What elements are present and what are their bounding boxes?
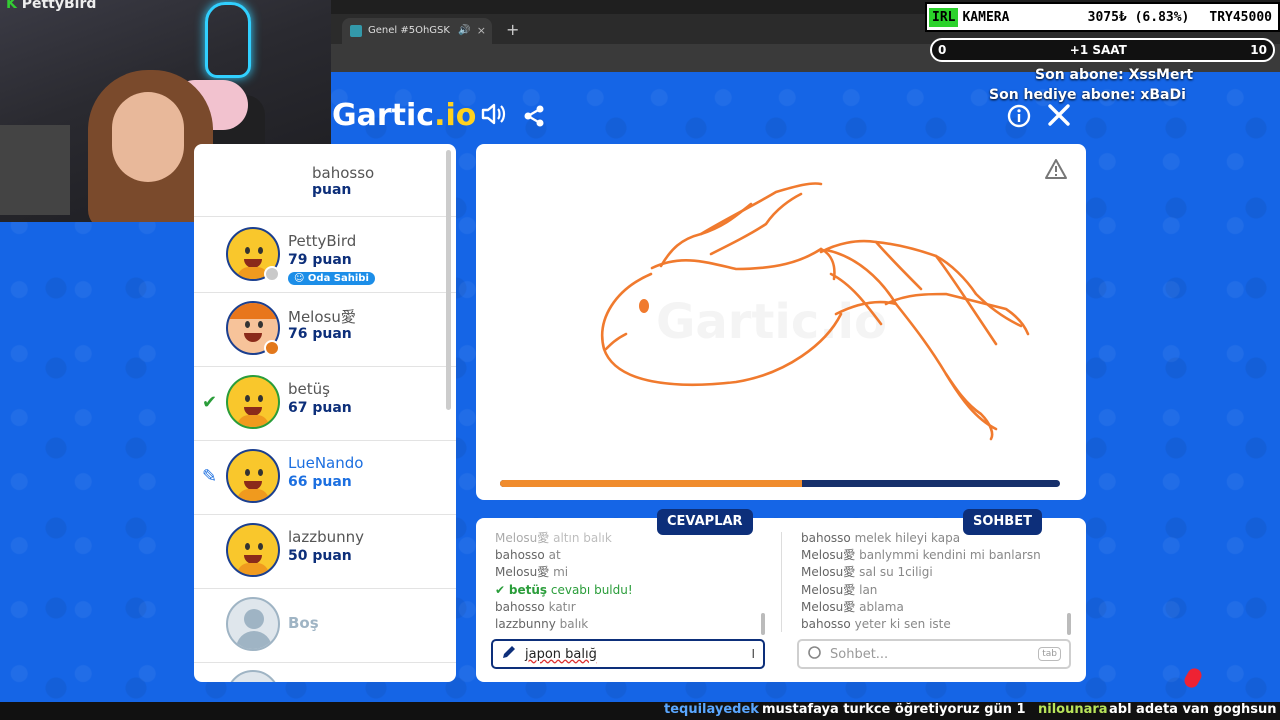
answers-list: Melosu愛 altın balık bahosso at Melosu愛 m… [495, 530, 785, 633]
player-row: ✔ betüş 67 puan [194, 366, 456, 441]
chat-message: Melosu愛 sal su 1ciligi [801, 565, 933, 580]
info-icon[interactable] [1007, 104, 1031, 134]
subathon-timer: 0 +1 SAAT 10 [930, 38, 1275, 62]
player-row: Melosu愛 76 puan [194, 292, 456, 367]
players-panel: bahosso puan PettyBird 79 puan ☺ Oda Sah… [194, 144, 456, 682]
timer-center: +1 SAAT [1069, 43, 1127, 57]
player-name: bahosso [312, 164, 375, 182]
player-avatar [226, 523, 280, 577]
ticker-tag: IRL [929, 7, 959, 27]
answer-message: Melosu愛 mi [495, 565, 569, 580]
player-score: 67 puan [288, 400, 352, 416]
pencil-icon: ✎ [202, 466, 218, 487]
player-score: puan [312, 182, 352, 198]
chat-text: mustafaya turkce öğretiyoruz gün 1 [762, 702, 1026, 717]
sound-icon[interactable] [480, 102, 506, 132]
tab-key-hint: tab [1038, 647, 1061, 661]
browser-tab[interactable]: Genel #5OhGSK (Türkçe) - G 🔊 × [342, 18, 492, 44]
chat-message: Melosu愛 lan [801, 582, 878, 597]
warning-icon[interactable] [1044, 158, 1068, 184]
player-name: PettyBird [288, 232, 357, 250]
player-score: 50 puan [288, 548, 352, 564]
player-name: Melosu愛 [288, 308, 356, 326]
player-avatar [226, 375, 280, 429]
status-dot [264, 266, 280, 282]
chat-list: bahosso melek hileyi kapa Melosu愛 banlym… [801, 530, 1091, 633]
player-avatar [226, 449, 280, 503]
timer-left: 0 [938, 43, 947, 57]
check-icon: ✔ [495, 582, 506, 597]
timer-right: 10 [1250, 43, 1267, 57]
neon-parrot-sign [205, 2, 251, 78]
player-score: 76 puan [288, 326, 352, 342]
chat-user: nilounara [1038, 702, 1108, 717]
player-row: lazzbunny 50 puan [194, 514, 456, 589]
round-timer-fill [500, 480, 803, 487]
new-tab-button[interactable]: + [506, 20, 519, 39]
gartic-logo: Gartic.io [332, 98, 477, 133]
chat-message: Melosu愛 ablama [801, 599, 904, 614]
player-row: PettyBird 79 puan ☺ Oda Sahibi [194, 218, 456, 293]
last-gift-sub: Son hediye abone: xBaDi [989, 87, 1186, 103]
chat-placeholder: Sohbet... [830, 646, 889, 662]
empty-avatar [226, 670, 280, 682]
player-row: bahosso puan [194, 144, 456, 217]
player-score: 79 puan [288, 252, 352, 268]
answer-input[interactable]: japon balığ I [491, 639, 765, 669]
tab-title: Genel #5OhGSK (Türkçe) - G [368, 25, 452, 36]
empty-avatar [226, 597, 280, 651]
answer-input-value: japon balığ [525, 646, 597, 662]
answers-scrollbar[interactable] [761, 613, 765, 635]
room-owner-badge: ☺ Oda Sahibi [288, 272, 375, 285]
ticker-change: 3075₺ (6.83%) [1087, 9, 1190, 25]
player-name: LueNando [288, 454, 364, 472]
answer-found-message: ✔ betüş cevabı buldu! [495, 582, 633, 597]
player-name: Boş [288, 614, 319, 632]
answer-message: lazzbunny balık [495, 617, 589, 632]
player-name: betüş [288, 380, 330, 398]
answer-message: bahosso at [495, 548, 561, 563]
status-dot [264, 340, 280, 356]
chat-message: bahosso melek hileyi kapa [801, 531, 961, 545]
round-timer-bar [500, 480, 1060, 487]
answer-message: bahosso katır [495, 599, 576, 614]
stream-chat-ticker: tequilayedek mustafaya turkce öğretiyoru… [0, 702, 1280, 720]
webcam-shelf [0, 125, 70, 215]
chat-text: abl adeta van goghsun [1109, 702, 1277, 717]
players-scrollbar[interactable] [446, 150, 451, 410]
ticker-code: TRY45000 [1209, 9, 1272, 25]
tab-close-button[interactable]: × [477, 18, 492, 44]
player-score: 66 puan [288, 474, 352, 490]
price-ticker: IRL KAMERA 3075₺ (6.83%) TRY45000 [925, 2, 1280, 32]
close-icon[interactable] [1047, 103, 1071, 133]
text-cursor-icon: I [751, 647, 755, 661]
chat-user: tequilayedek [664, 702, 759, 717]
search-icon [807, 645, 822, 664]
last-sub: Son abone: XssMert [1035, 67, 1194, 83]
pencil-icon [501, 644, 517, 664]
ticker-label: KAMERA [962, 9, 1010, 25]
chat-input[interactable]: Sohbet... tab [797, 639, 1071, 669]
player-row: Boş [194, 588, 456, 663]
player-row: ✎ LueNando 66 puan [194, 440, 456, 515]
webcam-person-face [112, 92, 184, 182]
speaker-icon[interactable]: 🔊 [458, 18, 470, 44]
answers-chat-panel: CEVAPLAR SOHBET Melosu愛 altın balık baho… [476, 509, 1086, 682]
fish-drawing [601, 182, 1030, 441]
player-name: lazzbunny [288, 528, 365, 546]
chat-message: bahosso yeter ki sen iste [801, 617, 951, 632]
share-icon[interactable] [522, 104, 546, 134]
chat-scrollbar[interactable] [1067, 613, 1071, 635]
favicon-icon [350, 25, 362, 37]
check-icon: ✔ [202, 392, 218, 413]
drawing-canvas: Gartic.io [476, 144, 1086, 500]
answer-message: Melosu愛 altın balık [495, 531, 612, 545]
webcam-logo: K PettyBird [6, 0, 97, 12]
chat-message: Melosu愛 banlymmi kendini mi banlarsn [801, 548, 1041, 563]
